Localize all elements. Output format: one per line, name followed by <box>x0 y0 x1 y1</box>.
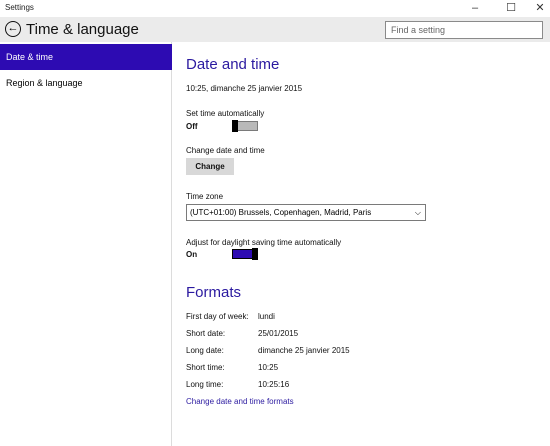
date-time-heading: Date and time <box>186 56 280 73</box>
sidebar-item-region-language[interactable]: Region & language <box>0 70 172 96</box>
toggle-knob <box>252 248 258 260</box>
format-label-short-date: Short date: <box>186 329 226 338</box>
sidebar: Date & time Region & language <box>0 42 172 446</box>
main-content: Date and time 10:25, dimanche 25 janvier… <box>186 42 536 446</box>
set-time-auto-toggle[interactable] <box>232 120 258 132</box>
close-icon: ✕ <box>535 2 545 14</box>
maximize-button[interactable]: ☐ <box>496 0 526 17</box>
back-arrow-icon: ← <box>7 22 19 34</box>
sidebar-item-date-time[interactable]: Date & time <box>0 44 172 70</box>
chevron-down-icon: ⌵ <box>414 208 421 217</box>
format-value-long-date: dimanche 25 janvier 2015 <box>258 346 350 355</box>
current-date-time: 10:25, dimanche 25 janvier 2015 <box>186 84 303 93</box>
change-formats-link[interactable]: Change date and time formats <box>186 397 294 406</box>
close-button[interactable]: ✕ <box>525 0 550 17</box>
format-label-first-day: First day of week: <box>186 312 249 321</box>
dst-label: Adjust for daylight saving time automati… <box>186 238 342 247</box>
back-button[interactable]: ← <box>5 21 21 37</box>
format-label-short-time: Short time: <box>186 363 225 372</box>
time-zone-select[interactable]: (UTC+01:00) Brussels, Copenhagen, Madrid… <box>186 204 426 221</box>
time-zone-label: Time zone <box>186 192 224 201</box>
toggle-knob <box>232 120 238 132</box>
window-title: Settings <box>5 3 34 12</box>
minimize-icon: – <box>471 2 479 14</box>
time-zone-value: (UTC+01:00) Brussels, Copenhagen, Madrid… <box>190 208 372 217</box>
format-value-short-time: 10:25 <box>258 363 279 372</box>
format-value-short-date: 25/01/2015 <box>258 329 299 338</box>
dst-state: On <box>186 250 198 259</box>
set-time-auto-label: Set time automatically <box>186 109 265 118</box>
dst-toggle[interactable] <box>232 248 258 260</box>
format-value-long-time: 10:25:16 <box>258 380 290 389</box>
search-input[interactable]: Find a setting <box>385 21 543 39</box>
maximize-icon: ☐ <box>506 2 516 14</box>
format-label-long-time: Long time: <box>186 380 224 389</box>
change-date-time-label: Change date and time <box>186 146 265 155</box>
page-title: Time & language <box>26 21 139 38</box>
title-bar: Settings – ☐ ✕ <box>0 0 550 18</box>
change-button[interactable]: Change <box>186 158 234 175</box>
format-label-long-date: Long date: <box>186 346 224 355</box>
format-value-first-day: lundi <box>258 312 275 321</box>
formats-heading: Formats <box>186 284 242 301</box>
minimize-button[interactable]: – <box>460 0 490 17</box>
set-time-auto-state: Off <box>186 122 198 131</box>
